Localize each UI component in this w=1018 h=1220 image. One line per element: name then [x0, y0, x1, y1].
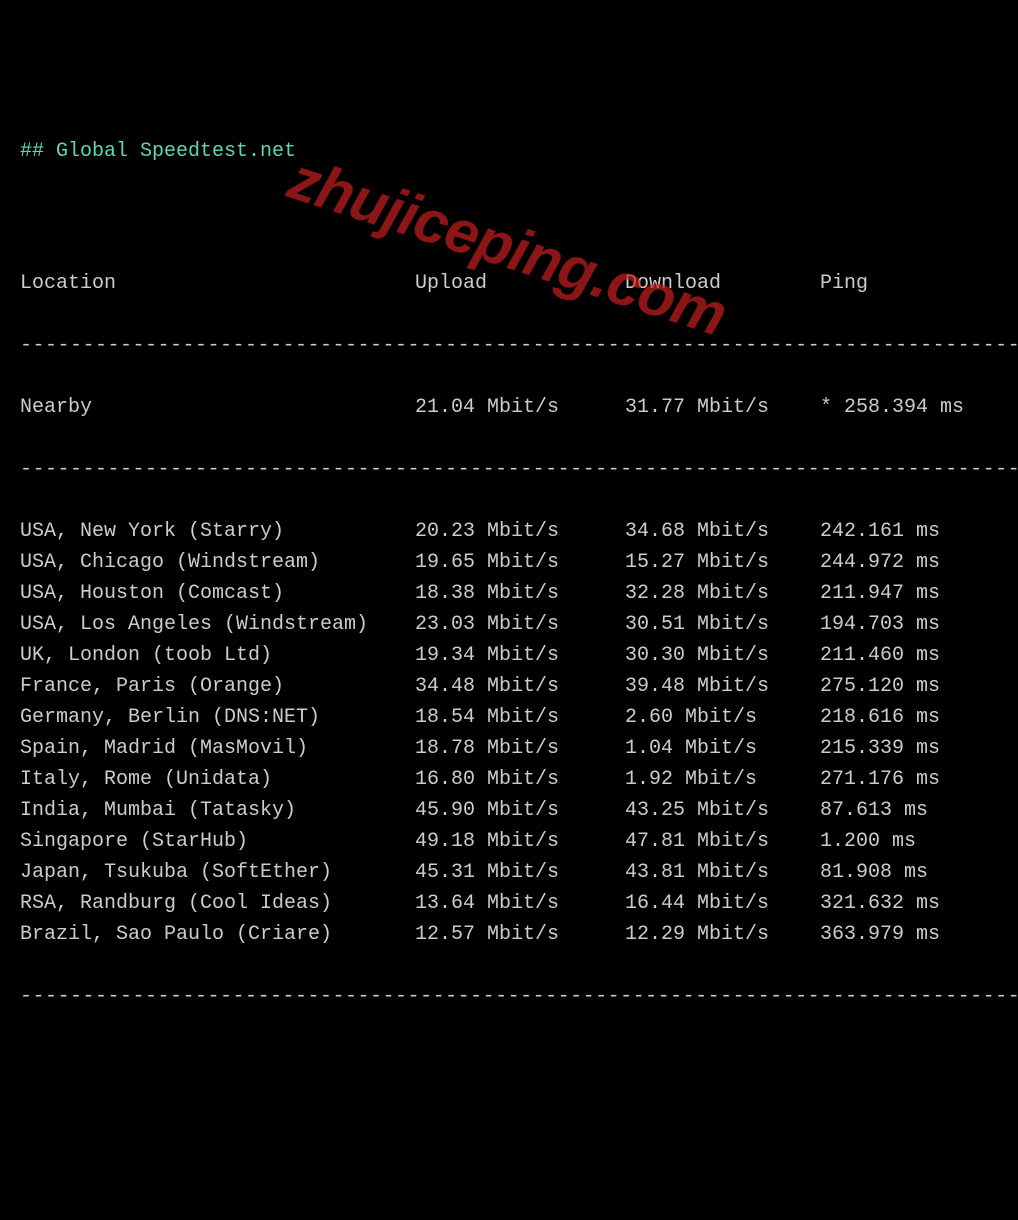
cell-download: 30.30 Mbit/s — [625, 640, 820, 671]
cell-ping: 242.161 ms — [820, 516, 940, 547]
blank-line — [20, 206, 998, 237]
section-title: ## Global Speedtest.net — [20, 136, 998, 167]
cell-location: France, Paris (Orange) — [20, 671, 415, 702]
cell-ping: 194.703 ms — [820, 609, 940, 640]
cell-location: Japan, Tsukuba (SoftEther) — [20, 857, 415, 888]
cell-download: 12.29 Mbit/s — [625, 919, 820, 950]
table-row: India, Mumbai (Tatasky)45.90 Mbit/s43.25… — [20, 795, 998, 826]
table-row: USA, Los Angeles (Windstream)23.03 Mbit/… — [20, 609, 998, 640]
header-upload: Upload — [415, 268, 625, 299]
cell-ping: 271.176 ms — [820, 764, 940, 795]
header-location: Location — [20, 268, 415, 299]
cell-download: 15.27 Mbit/s — [625, 547, 820, 578]
cell-ping: 218.616 ms — [820, 702, 940, 733]
cell-download: 34.68 Mbit/s — [625, 516, 820, 547]
table-row: Germany, Berlin (DNS:NET)18.54 Mbit/s2.6… — [20, 702, 998, 733]
cell-location: Brazil, Sao Paulo (Criare) — [20, 919, 415, 950]
header-download: Download — [625, 268, 820, 299]
cell-location: RSA, Randburg (Cool Ideas) — [20, 888, 415, 919]
cell-ping: 211.460 ms — [820, 640, 940, 671]
cell-download: 47.81 Mbit/s — [625, 826, 820, 857]
table-row: France, Paris (Orange)34.48 Mbit/s39.48 … — [20, 671, 998, 702]
table-row: Singapore (StarHub)49.18 Mbit/s47.81 Mbi… — [20, 826, 998, 857]
cell-download: 30.51 Mbit/s — [625, 609, 820, 640]
cell-ping: 211.947 ms — [820, 578, 940, 609]
cell-upload: 21.04 Mbit/s — [415, 392, 625, 423]
cell-upload: 20.23 Mbit/s — [415, 516, 625, 547]
cell-ping: 81.908 ms — [820, 857, 928, 888]
cell-ping: 275.120 ms — [820, 671, 940, 702]
cell-location: Germany, Berlin (DNS:NET) — [20, 702, 415, 733]
table-row: Japan, Tsukuba (SoftEther)45.31 Mbit/s43… — [20, 857, 998, 888]
table-body: USA, New York (Starry)20.23 Mbit/s34.68 … — [20, 516, 998, 950]
cell-upload: 19.65 Mbit/s — [415, 547, 625, 578]
header-ping: Ping — [820, 268, 868, 299]
table-row: UK, London (toob Ltd)19.34 Mbit/s30.30 M… — [20, 640, 998, 671]
cell-ping: 321.632 ms — [820, 888, 940, 919]
cell-download: 2.60 Mbit/s — [625, 702, 820, 733]
cell-upload: 18.78 Mbit/s — [415, 733, 625, 764]
cell-download: 43.81 Mbit/s — [625, 857, 820, 888]
divider-line: ----------------------------------------… — [20, 454, 998, 485]
table-row-nearby: Nearby21.04 Mbit/s31.77 Mbit/s* 258.394 … — [20, 392, 998, 423]
table-row: Italy, Rome (Unidata)16.80 Mbit/s1.92 Mb… — [20, 764, 998, 795]
cell-upload: 45.90 Mbit/s — [415, 795, 625, 826]
table-row: USA, Houston (Comcast)18.38 Mbit/s32.28 … — [20, 578, 998, 609]
table-row: USA, New York (Starry)20.23 Mbit/s34.68 … — [20, 516, 998, 547]
cell-location: India, Mumbai (Tatasky) — [20, 795, 415, 826]
cell-location: Nearby — [20, 392, 415, 423]
table-row: Brazil, Sao Paulo (Criare)12.57 Mbit/s12… — [20, 919, 998, 950]
cell-download: 16.44 Mbit/s — [625, 888, 820, 919]
cell-download: 43.25 Mbit/s — [625, 795, 820, 826]
cell-upload: 18.54 Mbit/s — [415, 702, 625, 733]
cell-upload: 19.34 Mbit/s — [415, 640, 625, 671]
table-row: Spain, Madrid (MasMovil)18.78 Mbit/s1.04… — [20, 733, 998, 764]
cell-upload: 16.80 Mbit/s — [415, 764, 625, 795]
cell-upload: 18.38 Mbit/s — [415, 578, 625, 609]
cell-download: 31.77 Mbit/s — [625, 392, 820, 423]
table-row: RSA, Randburg (Cool Ideas)13.64 Mbit/s16… — [20, 888, 998, 919]
cell-location: USA, Houston (Comcast) — [20, 578, 415, 609]
table-header: LocationUploadDownloadPing — [20, 268, 998, 299]
cell-ping: 87.613 ms — [820, 795, 928, 826]
cell-download: 32.28 Mbit/s — [625, 578, 820, 609]
cell-upload: 23.03 Mbit/s — [415, 609, 625, 640]
divider-line: ----------------------------------------… — [20, 330, 998, 361]
cell-ping: 1.200 ms — [820, 826, 916, 857]
cell-ping: 215.339 ms — [820, 733, 940, 764]
cell-upload: 34.48 Mbit/s — [415, 671, 625, 702]
cell-upload: 12.57 Mbit/s — [415, 919, 625, 950]
cell-location: Singapore (StarHub) — [20, 826, 415, 857]
cell-download: 1.04 Mbit/s — [625, 733, 820, 764]
cell-ping: 363.979 ms — [820, 919, 940, 950]
cell-ping: * 258.394 ms — [820, 392, 964, 423]
cell-download: 1.92 Mbit/s — [625, 764, 820, 795]
cell-upload: 49.18 Mbit/s — [415, 826, 625, 857]
cell-upload: 13.64 Mbit/s — [415, 888, 625, 919]
cell-ping: 244.972 ms — [820, 547, 940, 578]
cell-location: USA, New York (Starry) — [20, 516, 415, 547]
cell-location: Italy, Rome (Unidata) — [20, 764, 415, 795]
cell-location: UK, London (toob Ltd) — [20, 640, 415, 671]
divider-line: ----------------------------------------… — [20, 981, 998, 1012]
cell-location: USA, Los Angeles (Windstream) — [20, 609, 415, 640]
cell-upload: 45.31 Mbit/s — [415, 857, 625, 888]
cell-location: Spain, Madrid (MasMovil) — [20, 733, 415, 764]
cell-download: 39.48 Mbit/s — [625, 671, 820, 702]
table-row: USA, Chicago (Windstream)19.65 Mbit/s15.… — [20, 547, 998, 578]
cell-location: USA, Chicago (Windstream) — [20, 547, 415, 578]
